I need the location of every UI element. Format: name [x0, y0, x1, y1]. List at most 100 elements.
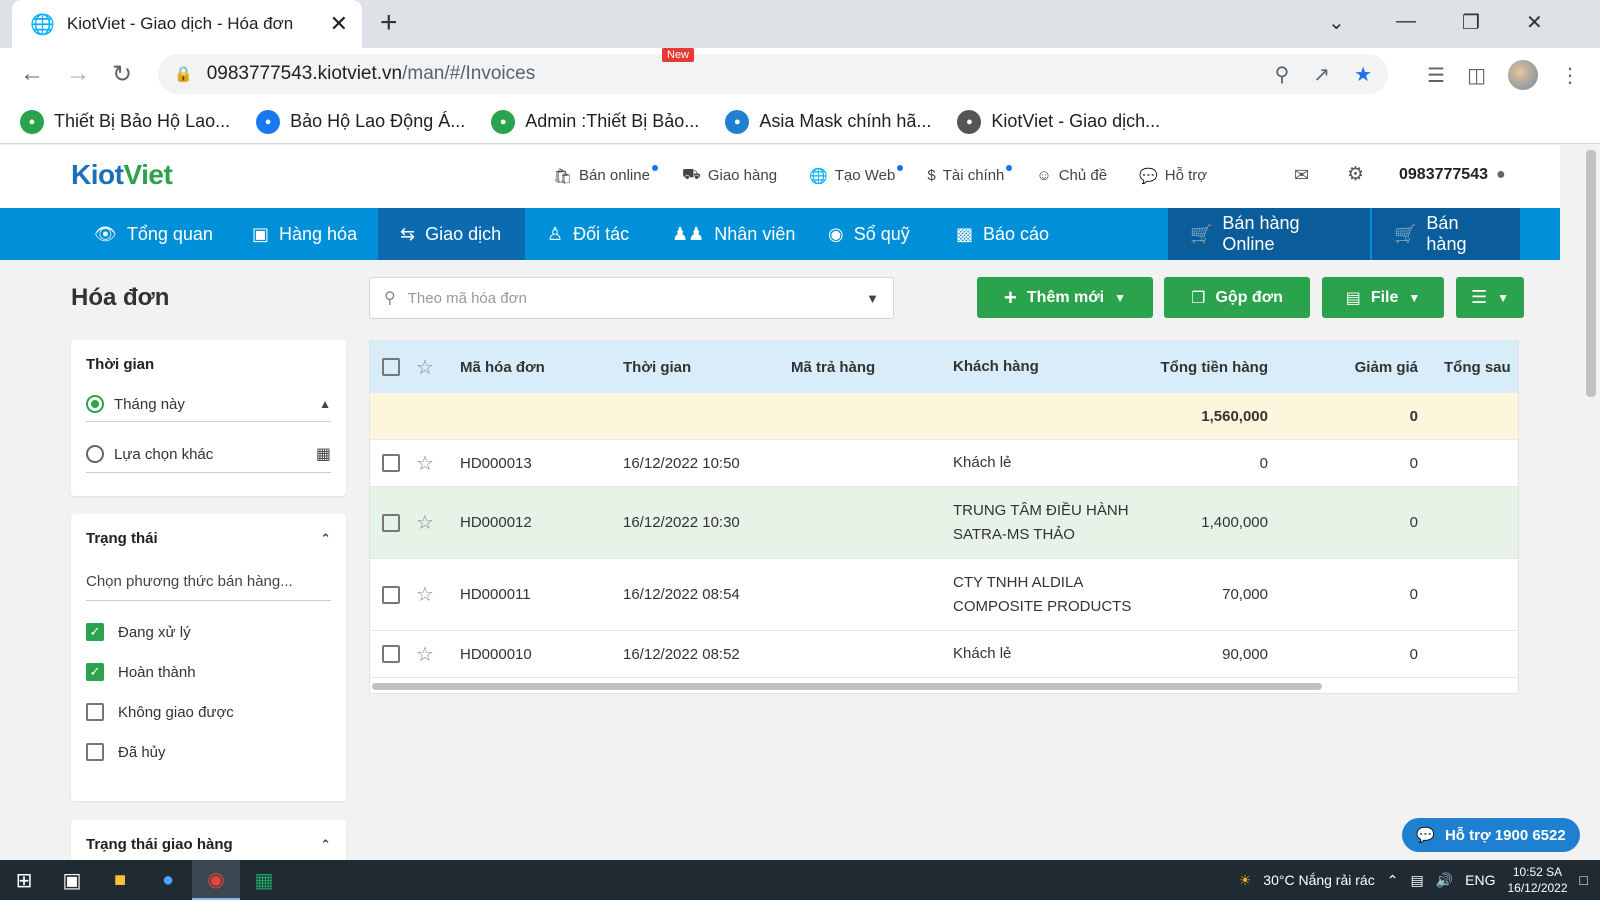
header-total[interactable]: Tổng tiền hàng [1153, 359, 1268, 376]
invoice-search[interactable]: ⚲ ▼ [369, 277, 894, 319]
profile-avatar[interactable] [1508, 60, 1538, 90]
topnav-item[interactable]: 🌐 Tạo Web [809, 164, 904, 185]
url-text[interactable]: 0983777543.kiotviet.vn/man/#/Invoices [207, 63, 1251, 85]
chrome-icon[interactable]: ◉ [192, 860, 240, 900]
nav-products[interactable]: ▣ Hàng hóa [230, 208, 379, 260]
reload-icon[interactable]: ↻ [112, 60, 132, 89]
close-tab-icon[interactable]: ✕ [330, 11, 348, 37]
bookmark-item[interactable]: ● Asia Mask chính hã... [725, 109, 931, 134]
row-checkbox[interactable] [382, 585, 400, 604]
invoice-code[interactable]: HD000012 [460, 514, 623, 531]
invoice-code[interactable]: HD000010 [460, 646, 623, 663]
select-all-checkbox[interactable] [382, 358, 400, 376]
account-menu[interactable]: 0983777543 ● [1399, 166, 1506, 184]
bookmark-item[interactable]: ● Admin :Thiết Bị Bảo... [491, 109, 699, 134]
online-sales-button[interactable]: 🛒 Bán hàng Online [1168, 208, 1370, 260]
volume-icon[interactable]: 🔊 [1436, 872, 1453, 889]
excel-icon[interactable]: ▦ [240, 860, 288, 900]
sort-arrows-icon[interactable]: ▲ [319, 397, 331, 411]
chevron-up-icon[interactable]: ⌃ [320, 531, 331, 547]
back-icon[interactable]: ← [20, 60, 44, 88]
zalo-icon[interactable]: ● [144, 860, 192, 900]
time-this-month-option[interactable]: Tháng này ▲ [86, 395, 331, 422]
invoice-code[interactable]: HD000011 [460, 586, 623, 603]
sales-button[interactable]: 🛒 Bán hàng [1372, 208, 1520, 260]
windows-start-icon[interactable]: ⊞ [0, 860, 48, 900]
forward-icon[interactable]: → [66, 60, 90, 88]
star-icon[interactable]: ☆ [416, 451, 460, 476]
status-checkbox[interactable]: ✓ [86, 623, 104, 641]
tray-arrow-icon[interactable]: ⌃ [1387, 872, 1399, 889]
bookmark-item[interactable]: ● Bảo Hộ Lao Động Á... [256, 109, 465, 134]
side-panel-icon[interactable]: ◫ [1467, 63, 1486, 88]
table-row[interactable]: ☆ HD000012 16/12/2022 10:30 TRUNG TÂM ĐIỀU … [370, 487, 1518, 559]
invoice-code[interactable]: HD000013 [460, 455, 623, 472]
bookmark-star-icon[interactable]: ★ [1354, 62, 1372, 87]
header-customer[interactable]: Khách hàng [953, 355, 1153, 379]
weather-text[interactable]: 30°C Nắng rải rác [1263, 872, 1374, 888]
chevron-down-icon[interactable]: ▼ [866, 291, 879, 306]
nav-transactions[interactable]: ⇆ Giao dịch [378, 208, 525, 260]
radio-selected[interactable] [86, 395, 104, 413]
gear-icon[interactable]: ⚙ [1347, 163, 1364, 186]
notifications-icon[interactable]: □ [1580, 872, 1588, 888]
chevron-up-icon[interactable]: ⌃ [320, 837, 331, 853]
bookmark-item[interactable]: ● KiotViet - Giao dịch... [957, 109, 1160, 134]
star-icon[interactable]: ☆ [416, 582, 460, 607]
table-row[interactable]: ☆ HD000010 16/12/2022 08:52 Khách lẻ 90,000 0 [370, 631, 1518, 678]
topnav-item[interactable]: ⛟ Giao hàng [682, 166, 777, 185]
status-option[interactable]: ✓ Đang xử lý [86, 623, 331, 641]
table-row[interactable]: ☆ HD000011 16/12/2022 08:54 CTY TNHH ALDILA… [370, 559, 1518, 631]
browser-tab[interactable]: 🌐 KiotViet - Giao dịch - Hóa đơn ✕ [12, 0, 362, 48]
status-checkbox[interactable] [86, 703, 104, 721]
file-button[interactable]: ▤ File ▼ [1322, 277, 1444, 318]
star-icon[interactable]: ☆ [416, 642, 460, 667]
time-other-option[interactable]: Lựa chọn khác ▦ [86, 444, 331, 473]
clock[interactable]: 10:52 SA 16/12/2022 [1507, 864, 1567, 896]
nav-partners[interactable]: ♙ Đối tác [525, 208, 651, 260]
column-view-button[interactable]: ☰ ▼ [1456, 277, 1524, 318]
bookmark-item[interactable]: ● Thiết Bị Bảo Hộ Lao... [20, 109, 230, 134]
header-time[interactable]: Thời gian [623, 359, 791, 376]
status-checkbox[interactable] [86, 743, 104, 761]
support-hotline-button[interactable]: 💬 Hỗ trợ 1900 6522 [1402, 818, 1580, 852]
nav-overview[interactable]: 👁 Tổng quan [72, 208, 235, 260]
nav-reports[interactable]: ▩ Báo cáo [934, 208, 1071, 260]
close-window-icon[interactable]: ✕ [1526, 10, 1543, 35]
maximize-icon[interactable]: ❐ [1462, 10, 1480, 35]
status-option[interactable]: Đã hủy [86, 743, 331, 761]
kiotviet-logo[interactable]: KiotViet [71, 159, 173, 191]
header-discount[interactable]: Giảm giá [1268, 359, 1418, 376]
new-tab-button[interactable]: + [380, 8, 398, 38]
file-explorer-icon[interactable]: ■ [96, 860, 144, 900]
status-option[interactable]: Không giao được [86, 703, 331, 721]
media-icon[interactable]: ☰ [1427, 63, 1445, 88]
topnav-item[interactable]: 💬 Hỗ trợ [1139, 167, 1207, 185]
row-checkbox[interactable] [382, 513, 400, 532]
header-after-total[interactable]: Tổng sau [1418, 359, 1518, 376]
table-horizontal-scrollbar[interactable] [372, 683, 1322, 690]
share-icon[interactable]: ↗ [1313, 62, 1330, 87]
header-code[interactable]: Mã hóa đơn [460, 359, 623, 376]
status-option[interactable]: ✓ Hoàn thành [86, 663, 331, 681]
language-indicator[interactable]: ENG [1465, 872, 1495, 888]
star-icon[interactable]: ☆ [416, 355, 460, 380]
status-checkbox[interactable]: ✓ [86, 663, 104, 681]
sales-method-select[interactable]: Chọn phương thức bán hàng... [86, 573, 331, 601]
minimize-icon[interactable]: — [1396, 10, 1416, 33]
page-vertical-scrollbar[interactable] [1586, 150, 1596, 397]
header-return-code[interactable]: Mã trả hàng [791, 359, 953, 376]
network-icon[interactable]: ▤ [1410, 872, 1423, 889]
add-new-button[interactable]: + Thêm mới ▼ [977, 277, 1153, 318]
tab-search-icon[interactable]: ⌄ [1328, 10, 1345, 35]
table-row[interactable]: ☆ HD000013 16/12/2022 10:50 Khách lẻ 0 0 [370, 440, 1518, 487]
calendar-icon[interactable]: ▦ [316, 444, 331, 464]
topnav-item[interactable]: ☺ Chủ đề [1036, 167, 1107, 184]
nav-cashbook[interactable]: ◉ Sổ quỹ [806, 208, 932, 260]
address-bar[interactable]: 🔒 0983777543.kiotviet.vn/man/#/Invoices … [158, 54, 1388, 94]
menu-dots-icon[interactable]: ⋮ [1560, 63, 1580, 88]
task-view-icon[interactable]: ▣ [48, 860, 96, 900]
radio-unselected[interactable] [86, 445, 104, 463]
merge-orders-button[interactable]: ❐ Gộp đơn [1164, 277, 1310, 318]
row-checkbox[interactable] [382, 645, 400, 663]
